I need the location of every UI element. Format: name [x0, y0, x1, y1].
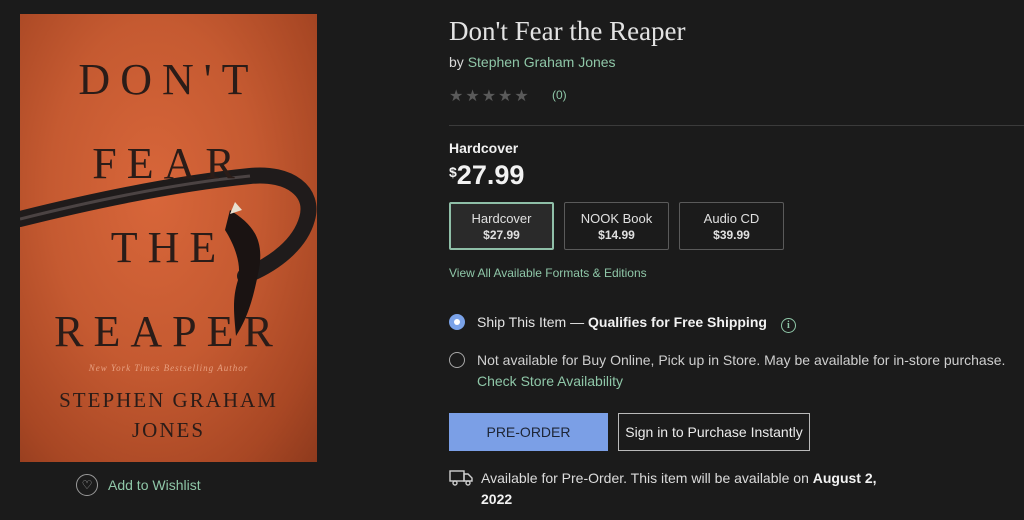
format-name: Audio CD [703, 210, 760, 226]
format-name: NOOK Book [580, 210, 653, 226]
format-options: Hardcover $27.99 NOOK Book $14.99 Audio … [449, 202, 784, 250]
sign-in-to-purchase-button[interactable]: Sign in to Purchase Instantly [618, 413, 810, 451]
cover-title-line-3: THE [110, 223, 227, 272]
preorder-text: Available for Pre-Order. This item will … [481, 470, 809, 486]
format-option-nook-book[interactable]: NOOK Book $14.99 [564, 202, 669, 250]
byline: by Stephen Graham Jones [449, 54, 616, 70]
cover-author-line-1: STEPHEN GRAHAM [59, 388, 278, 412]
ship-radio[interactable] [449, 314, 465, 330]
format-name: Hardcover [471, 210, 532, 226]
cover-title-line-1: DON'T [78, 55, 259, 104]
format-price: $14.99 [598, 227, 635, 242]
pickup-radio[interactable] [449, 352, 465, 368]
cover-author-line-2: JONES [131, 418, 205, 442]
selected-format-label: Hardcover [449, 140, 519, 156]
star-rating[interactable]: ★ ★ ★ ★ ★ [449, 86, 529, 106]
cover-tagline: New York Times Bestselling Author [88, 363, 249, 373]
preorder-text-block: Available for Pre-Order. This item will … [481, 468, 881, 510]
star-icon: ★ [449, 88, 464, 105]
format-option-hardcover[interactable]: Hardcover $27.99 [449, 202, 554, 250]
product-image-column: DON'T FEAR THE REAPER New York Times Bes… [20, 14, 317, 462]
book-cover-image[interactable]: DON'T FEAR THE REAPER New York Times Bes… [20, 14, 317, 462]
price: $27.99 [449, 160, 524, 191]
pickup-text-block: Not available for Buy Online, Pick up in… [477, 350, 1005, 392]
format-price: $39.99 [713, 227, 750, 242]
pre-order-button[interactable]: PRE-ORDER [449, 413, 608, 451]
rating-count-link[interactable]: (0) [552, 88, 567, 102]
product-title: Don't Fear the Reaper [449, 16, 686, 46]
wishlist-label: Add to Wishlist [108, 477, 201, 493]
ship-label-text: Ship This Item — [477, 314, 585, 330]
ship-this-item-option[interactable]: Ship This Item — Qualifies for Free Ship… [449, 314, 796, 333]
pickup-text: Not available for Buy Online, Pick up in… [477, 352, 1006, 368]
ship-label: Ship This Item — Qualifies for Free Ship… [477, 314, 796, 333]
star-icon: ★ [481, 88, 497, 105]
format-price: $27.99 [483, 227, 520, 242]
add-to-wishlist-button[interactable]: ♡ Add to Wishlist [76, 474, 201, 496]
star-icon: ★ [514, 88, 529, 105]
check-store-availability-link[interactable]: Check Store Availability [477, 371, 1005, 392]
heart-icon: ♡ [76, 474, 98, 496]
cover-title-line-4: REAPER [54, 307, 283, 356]
view-all-formats-link[interactable]: View All Available Formats & Editions [449, 266, 647, 280]
format-option-audio-cd[interactable]: Audio CD $39.99 [679, 202, 784, 250]
author-link[interactable]: Stephen Graham Jones [468, 54, 616, 70]
star-icon: ★ [498, 88, 513, 105]
price-amount: 27.99 [456, 160, 525, 190]
info-icon[interactable]: i [780, 318, 796, 333]
pickup-in-store-option[interactable]: Not available for Buy Online, Pick up in… [449, 350, 1005, 392]
price-currency: $ [449, 164, 457, 180]
free-shipping-text: Qualifies for Free Shipping [588, 314, 767, 330]
truck-icon [449, 470, 473, 486]
cover-title-line-2: FEAR [92, 139, 245, 188]
divider [449, 125, 1024, 126]
star-icon: ★ [465, 88, 480, 105]
preorder-note: Available for Pre-Order. This item will … [449, 468, 881, 510]
byline-prefix: by [449, 54, 464, 70]
